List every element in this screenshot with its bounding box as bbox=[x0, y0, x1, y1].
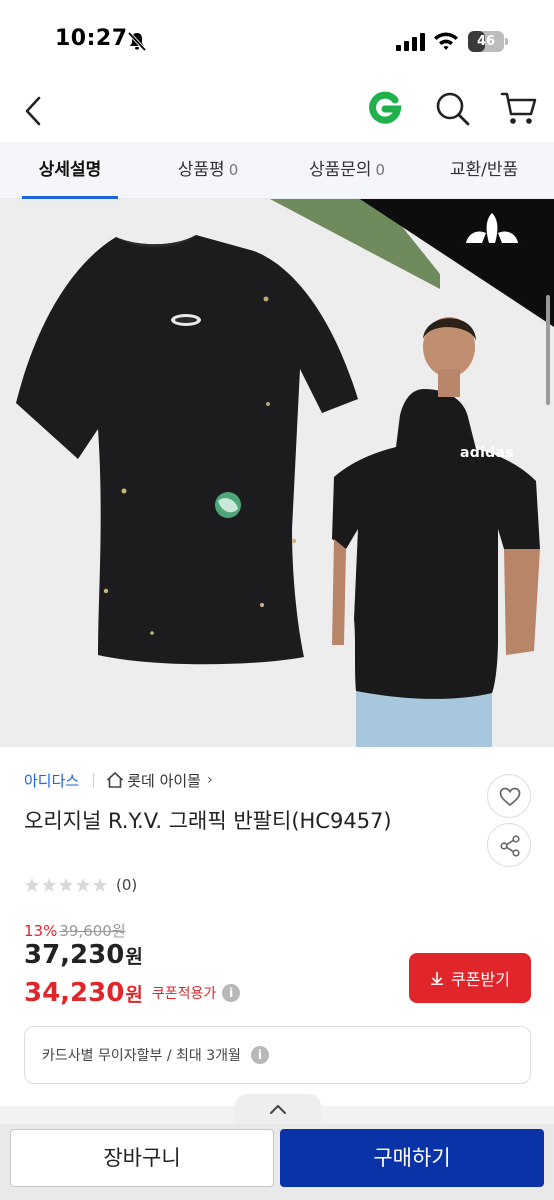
collapse-toggle[interactable] bbox=[235, 1094, 321, 1124]
back-arrow-icon[interactable] bbox=[22, 94, 46, 128]
app-header bbox=[0, 80, 554, 142]
star-icon bbox=[42, 878, 56, 892]
chevron-right-icon: › bbox=[206, 772, 213, 788]
add-to-cart-button[interactable]: 장바구니 bbox=[10, 1129, 274, 1187]
product-image[interactable]: adidas bbox=[0, 199, 554, 747]
battery-icon: 46 bbox=[468, 31, 508, 52]
brand-row: 아디다스 롯데 아이몰 › bbox=[24, 768, 213, 792]
g-logo[interactable] bbox=[365, 88, 405, 128]
tab-qna[interactable]: 상품문의 0 bbox=[295, 142, 399, 199]
star-rating bbox=[24, 877, 108, 893]
star-icon bbox=[25, 878, 39, 892]
original-price: 39,600원 bbox=[59, 922, 126, 940]
bell-slash-icon bbox=[127, 31, 147, 52]
get-coupon-button[interactable]: 쿠폰받기 bbox=[409, 953, 531, 1003]
sale-price-value: 37,230 bbox=[24, 940, 125, 970]
tab-qna-label: 상품문의 bbox=[308, 160, 372, 180]
coupon-price-unit: 원 bbox=[125, 983, 143, 1006]
coupon-price-label: 쿠폰적용가 bbox=[151, 986, 217, 1002]
star-icon bbox=[76, 878, 90, 892]
cart-icon[interactable] bbox=[500, 90, 538, 128]
heart-icon bbox=[499, 787, 521, 807]
star-icon bbox=[93, 878, 107, 892]
brand-badge: adidas bbox=[460, 445, 514, 461]
wifi-icon bbox=[434, 32, 458, 50]
sale-price: 37,230 원 bbox=[24, 940, 143, 976]
download-icon bbox=[431, 972, 444, 985]
tab-detail-label: 상세설명 bbox=[38, 160, 102, 180]
installment-text: 카드사별 무이자할부 / 최대 3개월 bbox=[42, 1048, 241, 1064]
store-link[interactable]: 롯데 아이몰 bbox=[127, 770, 201, 791]
tab-reviews[interactable]: 상품평 0 bbox=[166, 142, 250, 199]
tab-exchange-return[interactable]: 교환/반품 bbox=[440, 142, 528, 199]
brand-divider bbox=[93, 772, 95, 788]
status-bar: 10:27 46 bbox=[0, 0, 554, 80]
share-button[interactable] bbox=[487, 823, 531, 867]
tab-exchange-return-label: 교환/반품 bbox=[449, 160, 519, 180]
signal-icon bbox=[396, 33, 425, 51]
get-coupon-label: 쿠폰받기 bbox=[451, 970, 510, 989]
buy-now-button[interactable]: 구매하기 bbox=[280, 1129, 544, 1187]
battery-percent: 46 bbox=[476, 34, 496, 49]
brand-link[interactable]: 아디다스 bbox=[24, 770, 79, 791]
search-icon[interactable] bbox=[434, 90, 472, 128]
sale-price-unit: 원 bbox=[125, 946, 143, 968]
like-button[interactable] bbox=[487, 774, 531, 818]
star-icon bbox=[59, 878, 73, 892]
chevron-up-icon bbox=[270, 1105, 286, 1114]
discount-row: 13% 39,600원 bbox=[24, 920, 126, 941]
share-icon bbox=[500, 835, 520, 857]
home-icon bbox=[107, 772, 124, 788]
status-time: 10:27 bbox=[55, 26, 128, 51]
info-icon[interactable]: i bbox=[250, 1046, 269, 1064]
product-title: 오리지널 R.Y.V. 그래픽 반팔티(HC9457) bbox=[24, 809, 392, 833]
coupon-price: 34,230 원 쿠폰적용가 i bbox=[24, 975, 241, 1011]
info-icon[interactable]: i bbox=[222, 984, 241, 1002]
detail-tabs: 상세설명 상품평 0 상품문의 0 교환/반품 bbox=[0, 142, 554, 199]
page-scrollbar[interactable] bbox=[546, 295, 550, 405]
tab-reviews-label: 상품평 bbox=[177, 160, 225, 180]
rating-row[interactable]: (0) bbox=[24, 875, 137, 895]
bottom-action-bar: 장바구니 구매하기 bbox=[0, 1124, 554, 1200]
tab-detail[interactable]: 상세설명 bbox=[22, 142, 118, 199]
review-count: (0) bbox=[116, 876, 138, 894]
coupon-price-value: 34,230 bbox=[24, 978, 125, 1008]
product-photo bbox=[16, 199, 554, 747]
discount-rate: 13% bbox=[24, 922, 58, 940]
tab-reviews-count: 0 bbox=[228, 161, 239, 179]
tab-qna-count: 0 bbox=[375, 161, 386, 179]
installment-info[interactable]: 카드사별 무이자할부 / 최대 3개월 i bbox=[24, 1026, 531, 1084]
